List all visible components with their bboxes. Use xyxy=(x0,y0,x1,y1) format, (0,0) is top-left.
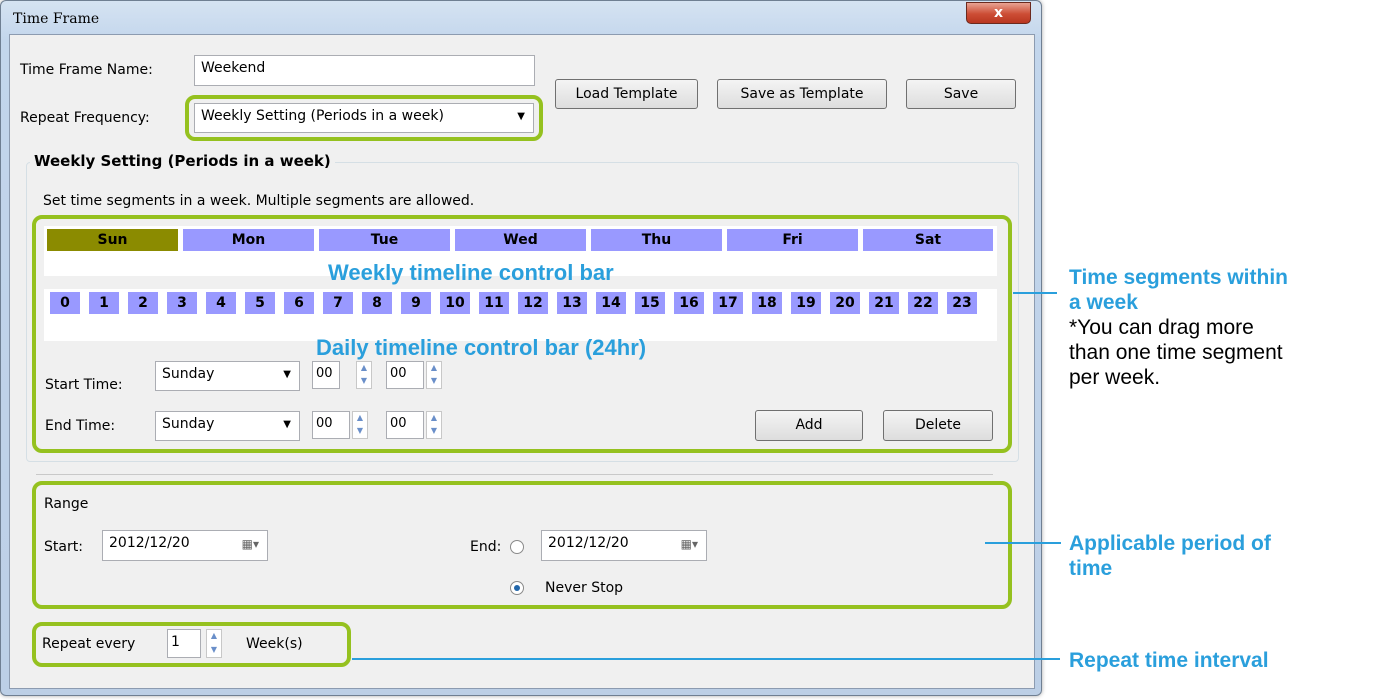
interval-callout-text: Repeat time interval xyxy=(1069,649,1269,672)
period-callout: Applicable period of time xyxy=(1069,531,1271,581)
window-title: Time Frame xyxy=(13,11,100,27)
weekly-setting-title: Weekly Setting (Periods in a week) xyxy=(30,152,335,170)
range-highlight xyxy=(32,481,1012,609)
period-callout-line xyxy=(985,542,1061,544)
weekly-hint: Set time segments in a week. Multiple se… xyxy=(43,193,475,209)
load-template-button[interactable]: Load Template xyxy=(555,79,698,109)
weekly-timeline-annotation: Weekly timeline control bar xyxy=(328,260,614,285)
segments-callout-note-1: *You can drag more xyxy=(1069,316,1254,339)
divider xyxy=(36,474,993,475)
save-as-template-button[interactable]: Save as Template xyxy=(717,79,887,109)
interval-callout-line xyxy=(352,658,1060,660)
time-frame-name-label: Time Frame Name: xyxy=(20,62,153,78)
segments-callout-line xyxy=(1013,292,1057,294)
close-button[interactable]: x xyxy=(966,2,1031,24)
segments-callout-note-2: than one time segment xyxy=(1069,341,1283,364)
interval-callout: Repeat time interval xyxy=(1069,648,1269,673)
segments-callout-title-1: Time segments within xyxy=(1069,266,1288,289)
period-callout-2: time xyxy=(1069,557,1113,580)
segments-callout: Time segments within a week *You can dra… xyxy=(1069,265,1288,390)
daily-timeline-annotation: Daily timeline control bar (24hr) xyxy=(316,335,647,360)
repeat-frequency-label: Repeat Frequency: xyxy=(20,110,150,126)
save-button[interactable]: Save xyxy=(906,79,1016,109)
segments-callout-title-2: a week xyxy=(1069,291,1138,314)
time-segments-highlight xyxy=(32,215,1012,453)
period-callout-1: Applicable period of xyxy=(1069,532,1271,555)
repeat-frequency-highlight xyxy=(185,95,543,141)
segments-callout-note-3: per week. xyxy=(1069,366,1161,389)
repeat-interval-highlight xyxy=(32,622,351,667)
time-frame-name-input[interactable]: Weekend xyxy=(194,55,535,86)
